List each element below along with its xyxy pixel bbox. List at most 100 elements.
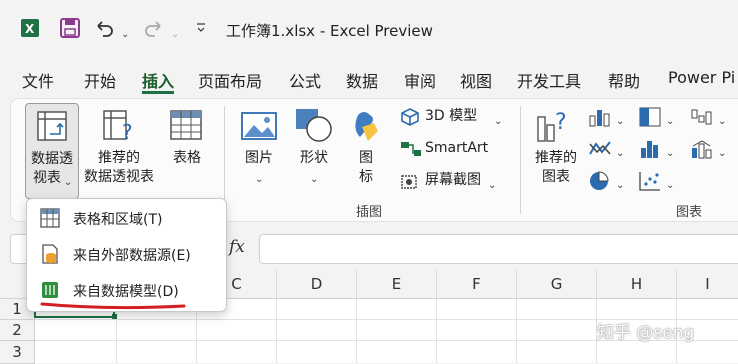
menu-item-from-external-data[interactable]: 来自外部数据源(E) [27,237,226,271]
pivot-table-button[interactable]: 数据透 视表 ⌄ [25,103,79,199]
hierarchy-chart-button[interactable]: ⌄ [638,106,678,128]
icons-icon [348,109,386,149]
column-chart-button[interactable]: ⌄ [588,106,628,128]
table-label: 表格 [173,150,201,166]
screenshot-icon [400,172,420,194]
watermark: 知乎 @seng [597,323,695,343]
formula-input[interactable] [259,234,738,264]
window-title: 工作簿1.xlsx - Excel Preview [226,22,433,40]
3d-models-label: 3D 模型 [425,108,478,124]
gridline [356,299,357,363]
tab-developer[interactable]: 开发工具 [517,68,581,92]
ribbon-tabs: 文件 开始 插入 页面布局 公式 数据 审阅 视图 开发工具 帮助 Power … [0,64,738,96]
column-header-f[interactable]: F [437,270,517,299]
menu-item-label: 表格和区域(T) [73,212,163,228]
smartart-label: SmartArt [425,140,489,156]
recommended-pivot-button[interactable]: ? 推荐的 数据透视表 [80,103,158,197]
tab-help[interactable]: 帮助 [608,68,640,92]
line-chart-icon [588,138,612,164]
combo-chart-icon [690,138,714,164]
combo-chart-button[interactable]: ⌄ [690,138,734,160]
redo-dropdown-chevron-icon[interactable]: ⌄ [171,22,179,41]
save-icon[interactable] [58,16,82,40]
row-header-3[interactable]: 3 [0,341,35,364]
gridline [516,299,517,363]
recommended-charts-icon: ? [536,107,574,147]
3d-models-button[interactable]: 3D 模型 ⌄ [398,106,510,128]
row-header-2[interactable]: 2 [0,320,35,341]
statistic-chart-button[interactable]: ⌄ [638,138,678,160]
column-header-g[interactable]: G [517,270,597,299]
customize-quick-access-icon[interactable] [196,20,206,39]
tab-data[interactable]: 数据 [346,68,378,92]
shapes-icon [294,107,334,147]
chevron-down-icon: ⌄ [718,148,727,159]
tab-view[interactable]: 视图 [460,68,492,92]
recommended-pivot-label-1: 推荐的 [98,150,140,166]
tab-page-layout[interactable]: 页面布局 [198,68,262,92]
undo-icon[interactable] [92,16,116,40]
tab-insert[interactable]: 插入 [142,68,174,92]
gridline [276,299,277,363]
undo-dropdown-chevron-icon[interactable]: ⌄ [121,22,129,41]
active-tab-indicator [142,91,174,94]
chevron-down-icon: ⌄ [64,177,73,188]
red-annotation-underline [40,302,186,310]
redo-icon[interactable] [142,16,166,40]
tab-formulas[interactable]: 公式 [289,68,321,92]
pictures-button[interactable]: 图片 ⌄ [237,103,281,193]
shapes-label: 形状 [300,150,328,166]
column-header-i[interactable]: I [677,270,738,299]
icons-button[interactable]: 图 标 [346,103,386,193]
pivot-table-label-1: 数据透 [31,151,73,167]
pie-chart-button[interactable]: ⌄ [588,170,628,192]
menu-item-from-table-range[interactable]: 表格和区域(T) [27,201,226,235]
table-icon [39,207,61,229]
pivot-table-icon [36,110,68,146]
insert-function-icon[interactable]: fx [229,237,245,257]
chevron-down-icon: ⌄ [616,116,625,127]
gridline [436,299,437,363]
statistic-chart-icon [638,138,662,164]
pie-chart-icon [588,170,612,196]
recommended-pivot-label-2: 数据透视表 [84,169,154,185]
line-chart-button[interactable]: ⌄ [588,138,628,160]
chevron-down-icon: ⌄ [488,180,497,191]
column-header-h[interactable]: H [597,270,677,299]
chevron-down-icon: ⌄ [718,116,727,127]
tab-review[interactable]: 审阅 [404,68,436,92]
shapes-button[interactable]: 形状 ⌄ [292,103,336,193]
recommended-charts-label-1: 推荐的 [535,150,577,166]
pivot-table-dropdown-menu: 表格和区域(T) 来自外部数据源(E) 来自数据模型(D) [26,198,227,312]
table-icon [169,109,203,145]
column-header-e[interactable]: E [357,270,437,299]
recommended-charts-button[interactable]: ? 推荐的 图表 [530,103,582,193]
svg-text:?: ? [555,110,567,135]
scatter-chart-icon [638,170,662,196]
chevron-down-icon: ⌄ [255,174,264,185]
svg-text:?: ? [122,120,133,143]
fill-handle[interactable] [112,314,117,319]
svg-text:X: X [25,22,35,36]
chevron-down-icon: ⌄ [616,180,625,191]
menu-item-label: 来自外部数据源(E) [73,248,191,264]
chevron-down-icon: ⌄ [666,180,675,191]
column-header-d[interactable]: D [277,270,357,299]
group-separator [520,106,521,214]
illustrations-group-label: 插图 [356,205,383,220]
chevron-down-icon: ⌄ [666,148,675,159]
tab-home[interactable]: 开始 [84,68,116,92]
tab-file[interactable]: 文件 [22,68,54,92]
excel-logo-icon: X [18,16,42,40]
screenshot-button[interactable]: 屏幕截图 ⌄ [398,170,510,192]
external-data-icon [39,243,61,265]
smartart-button[interactable]: SmartArt [398,138,510,160]
group-separator [224,106,225,214]
recommended-pivot-icon: ? [102,109,138,147]
table-button[interactable]: 表格 [164,103,210,197]
tab-power-pivot[interactable]: Power Pi [668,68,735,87]
scatter-chart-button[interactable]: ⌄ [638,170,678,192]
smartart-icon [400,140,422,162]
charts-group-label: 图表 [676,205,703,220]
waterfall-chart-button[interactable]: ⌄ [690,106,734,128]
